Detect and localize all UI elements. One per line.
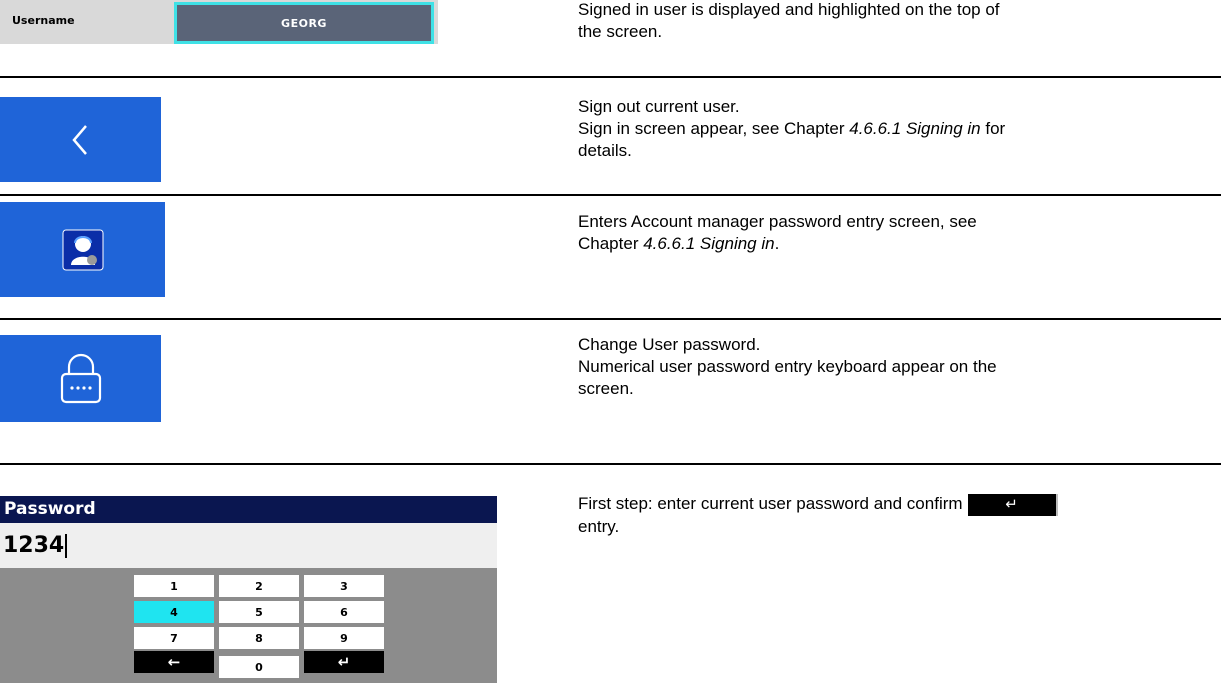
change-password-description: Change User password. Numerical user pas… <box>578 334 1008 400</box>
key-1[interactable]: 1 <box>134 575 214 597</box>
lock-icon <box>60 353 101 403</box>
password-entry-description: First step: enter current user password … <box>578 493 1098 538</box>
username-value[interactable]: GEORG <box>174 2 434 44</box>
password-entry-value: 1234 <box>3 533 65 558</box>
text-caret <box>65 534 68 558</box>
row-password-entry: Password 1234 1 2 3 4 5 6 7 8 9 ← 0 ↵ Fi… <box>0 465 1221 683</box>
change-password-desc-line2: Numerical user password entry keyboard a… <box>578 357 997 398</box>
username-label: Username <box>12 14 75 27</box>
username-bar: Username GEORG <box>0 0 438 44</box>
key-8[interactable]: 8 <box>219 627 299 649</box>
enter-key[interactable]: ↵ <box>304 651 384 673</box>
username-description-text: Signed in user is displayed and highligh… <box>578 0 1000 41</box>
account-manager-icon <box>62 229 103 270</box>
chapter-reference: 4.6.6.1 Signing in <box>849 119 981 138</box>
password-entry-desc-text: First step: enter current user password … <box>578 493 1098 538</box>
row-account-manager: Enters Account manager password entry sc… <box>0 196 1221 306</box>
row-change-password: Change User password. Numerical user pas… <box>0 320 1221 435</box>
account-manager-desc-text: Enters Account manager password entry sc… <box>578 212 977 253</box>
account-manager-button[interactable] <box>0 202 165 297</box>
sign-out-description: Sign out current user. Sign in screen ap… <box>578 96 1008 162</box>
key-5[interactable]: 5 <box>219 601 299 623</box>
enter-button-glyph: ↵ <box>967 493 1058 516</box>
key-7[interactable]: 7 <box>134 627 214 649</box>
key-3[interactable]: 3 <box>304 575 384 597</box>
backspace-key[interactable]: ← <box>134 651 214 673</box>
change-password-button[interactable] <box>0 335 161 422</box>
key-6[interactable]: 6 <box>304 601 384 623</box>
password-header: Password <box>0 496 497 523</box>
sign-out-desc-line1: Sign out current user. <box>578 97 740 116</box>
key-2[interactable]: 2 <box>219 575 299 597</box>
key-9[interactable]: 9 <box>304 627 384 649</box>
chapter-reference: 4.6.6.1 Signing in <box>643 234 775 253</box>
username-description: Signed in user is displayed and highligh… <box>578 0 1008 43</box>
chevron-left-icon <box>71 124 87 155</box>
sign-out-button[interactable] <box>0 97 161 182</box>
key-0[interactable]: 0 <box>219 656 299 678</box>
password-entry-field[interactable]: 1234 <box>0 523 497 568</box>
change-password-desc-line1: Change User password. <box>578 335 761 354</box>
account-manager-description: Enters Account manager password entry sc… <box>578 211 1008 255</box>
key-4[interactable]: 4 <box>134 601 214 623</box>
row-username: Username GEORG Signed in user is display… <box>0 0 1221 60</box>
sign-out-desc-line2: Sign in screen appear, see Chapter 4.6.6… <box>578 119 1006 160</box>
password-keypad-screen: Password 1234 1 2 3 4 5 6 7 8 9 ← 0 ↵ <box>0 496 497 683</box>
row-sign-out: Sign out current user. Sign in screen ap… <box>0 78 1221 182</box>
